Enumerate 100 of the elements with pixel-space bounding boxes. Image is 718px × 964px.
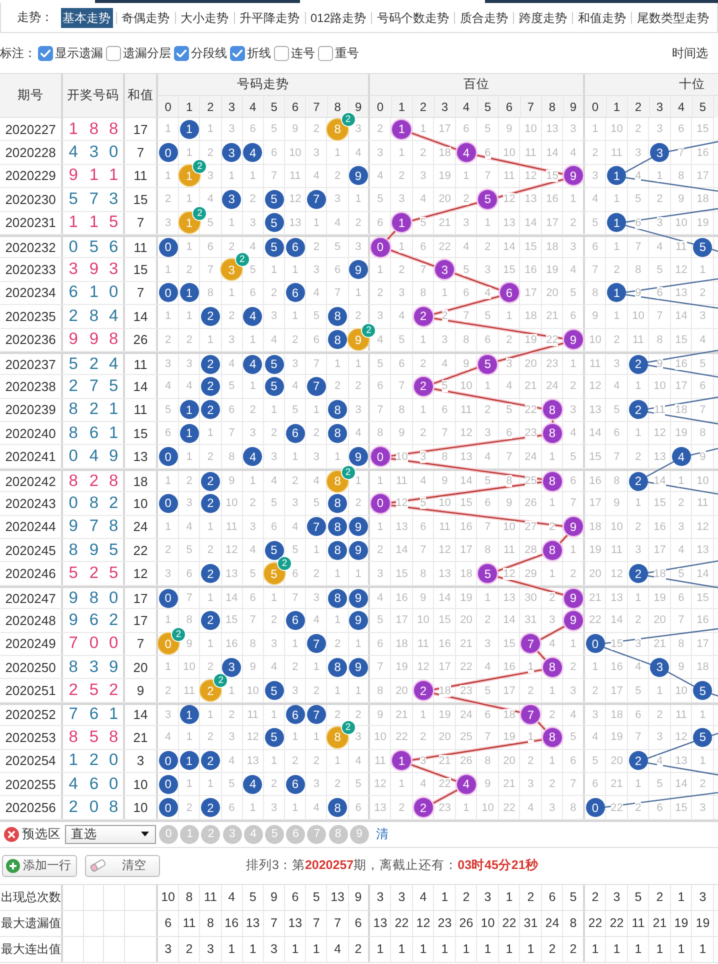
- number-ball: 5: [264, 728, 284, 747]
- number-ball: 8: [542, 424, 562, 443]
- stats-value: 13: [327, 884, 349, 910]
- omission-value: 1: [313, 216, 320, 229]
- omission-value: 19: [546, 264, 558, 276]
- omission-value: 25: [524, 475, 537, 488]
- omission-value: 6: [635, 708, 642, 721]
- column-digit-header: 3: [650, 96, 671, 118]
- omission-value: 1: [334, 568, 341, 580]
- checkbox[interactable]: [106, 46, 121, 60]
- omission-value: 1: [207, 520, 214, 533]
- column-digit-header: 4: [242, 96, 264, 118]
- omission-value: 9: [484, 778, 491, 790]
- omission-value: 4: [528, 802, 534, 814]
- omission-value: 19: [503, 731, 516, 744]
- omission-value: 5: [292, 544, 298, 556]
- omission-value: 3: [592, 170, 598, 182]
- omission-value: 23: [460, 684, 472, 697]
- omission-value: 15: [696, 123, 709, 136]
- stats-label: 最大连出值: [0, 936, 63, 962]
- omission-value: 13: [589, 404, 602, 416]
- omission-value: 5: [442, 380, 448, 392]
- omission-value: 2: [528, 754, 534, 767]
- omission-value: 7: [592, 264, 598, 276]
- omission-value: 18: [696, 193, 709, 206]
- number-ball: 1: [392, 213, 412, 232]
- omission-value: 3: [334, 193, 341, 206]
- close-icon[interactable]: [4, 826, 19, 842]
- number-ball: 7: [306, 705, 326, 724]
- stats-value: 2: [348, 936, 370, 962]
- stats-value: 2: [563, 936, 585, 962]
- omission-value: 14: [226, 592, 238, 604]
- checkbox-label[interactable]: 分段线: [191, 44, 227, 62]
- draw-digit: 2: [88, 470, 100, 492]
- period-number: 2020228: [0, 141, 63, 164]
- number-ball: 4: [243, 306, 262, 326]
- omission-value: 2: [292, 334, 298, 346]
- repeat-count-badge: 2: [278, 557, 291, 570]
- number-ball: 0: [370, 494, 390, 513]
- sum-value: 26: [124, 328, 158, 351]
- omission-value: 1: [635, 592, 642, 604]
- add-row-button[interactable]: 添加一行: [2, 854, 77, 877]
- checkbox-label[interactable]: 遗漏分层: [123, 44, 171, 62]
- checkbox[interactable]: [174, 46, 189, 60]
- omission-value: 11: [289, 170, 301, 182]
- number-ball: 4: [456, 774, 476, 794]
- trend-tab[interactable]: 基本走势: [60, 8, 112, 28]
- omission-value: 6: [377, 216, 384, 229]
- omission-value: 3: [292, 684, 298, 697]
- draw-digit: 1: [88, 165, 100, 186]
- omission-value: 6: [656, 286, 663, 299]
- omission-value: 2: [313, 568, 320, 580]
- stats-value: 1: [649, 936, 671, 962]
- number-ball: 0: [370, 447, 390, 466]
- stats-label: 出现总次数: [0, 884, 63, 910]
- sum-value: 10: [124, 492, 158, 515]
- draw-digit: 4: [68, 774, 79, 795]
- omission-value: 10: [438, 497, 451, 510]
- sum-value: 22: [124, 539, 158, 562]
- omission-value: 1: [228, 170, 235, 182]
- checkbox[interactable]: [230, 46, 245, 60]
- checkbox[interactable]: [318, 46, 333, 60]
- draw-digit: 6: [68, 282, 79, 304]
- checkbox[interactable]: [274, 46, 289, 60]
- checkbox[interactable]: [38, 46, 53, 60]
- draw-digit: 2: [68, 680, 79, 702]
- draw-digit: 5: [88, 726, 100, 748]
- draw-digit: 8: [68, 656, 79, 678]
- omission-value: 3: [270, 310, 278, 322]
- stats-value: 11: [200, 884, 222, 910]
- omission-value: 3: [250, 216, 256, 229]
- number-ball: 9: [564, 166, 583, 186]
- checkbox-label[interactable]: 折线: [247, 44, 271, 62]
- number-ball: 0: [158, 143, 178, 162]
- draw-digit: 0: [68, 236, 79, 258]
- stats-value: 7: [264, 910, 286, 936]
- omission-value: 3: [377, 568, 384, 580]
- omission-value: 1: [292, 802, 298, 814]
- sum-header: 和值: [125, 74, 158, 118]
- play-type-select[interactable]: 直选: [65, 824, 156, 844]
- clear-button[interactable]: 清空: [85, 854, 160, 877]
- omission-value: 3: [570, 684, 576, 697]
- checkbox-label[interactable]: 连号: [291, 44, 315, 62]
- clear-link[interactable]: 清: [376, 826, 389, 843]
- omission-value: 24: [460, 708, 472, 721]
- number-ball: 4: [243, 447, 262, 466]
- omission-value: 6: [484, 334, 491, 346]
- omission-value: 3: [292, 497, 298, 510]
- checkbox-label[interactable]: 重号: [335, 44, 359, 62]
- stats-value: 11: [628, 910, 650, 936]
- number-ball: 2: [414, 798, 433, 818]
- sum-value: 15: [124, 258, 158, 281]
- omission-value: 26: [460, 754, 472, 767]
- omission-value: 6: [635, 216, 642, 229]
- omission-value: 6: [484, 497, 491, 510]
- checkbox-label[interactable]: 显示遗漏: [55, 44, 103, 62]
- number-ball: 5: [264, 681, 284, 700]
- omission-value: 1: [549, 754, 556, 767]
- omission-value: 2: [250, 404, 256, 416]
- omission-value: 18: [610, 708, 623, 721]
